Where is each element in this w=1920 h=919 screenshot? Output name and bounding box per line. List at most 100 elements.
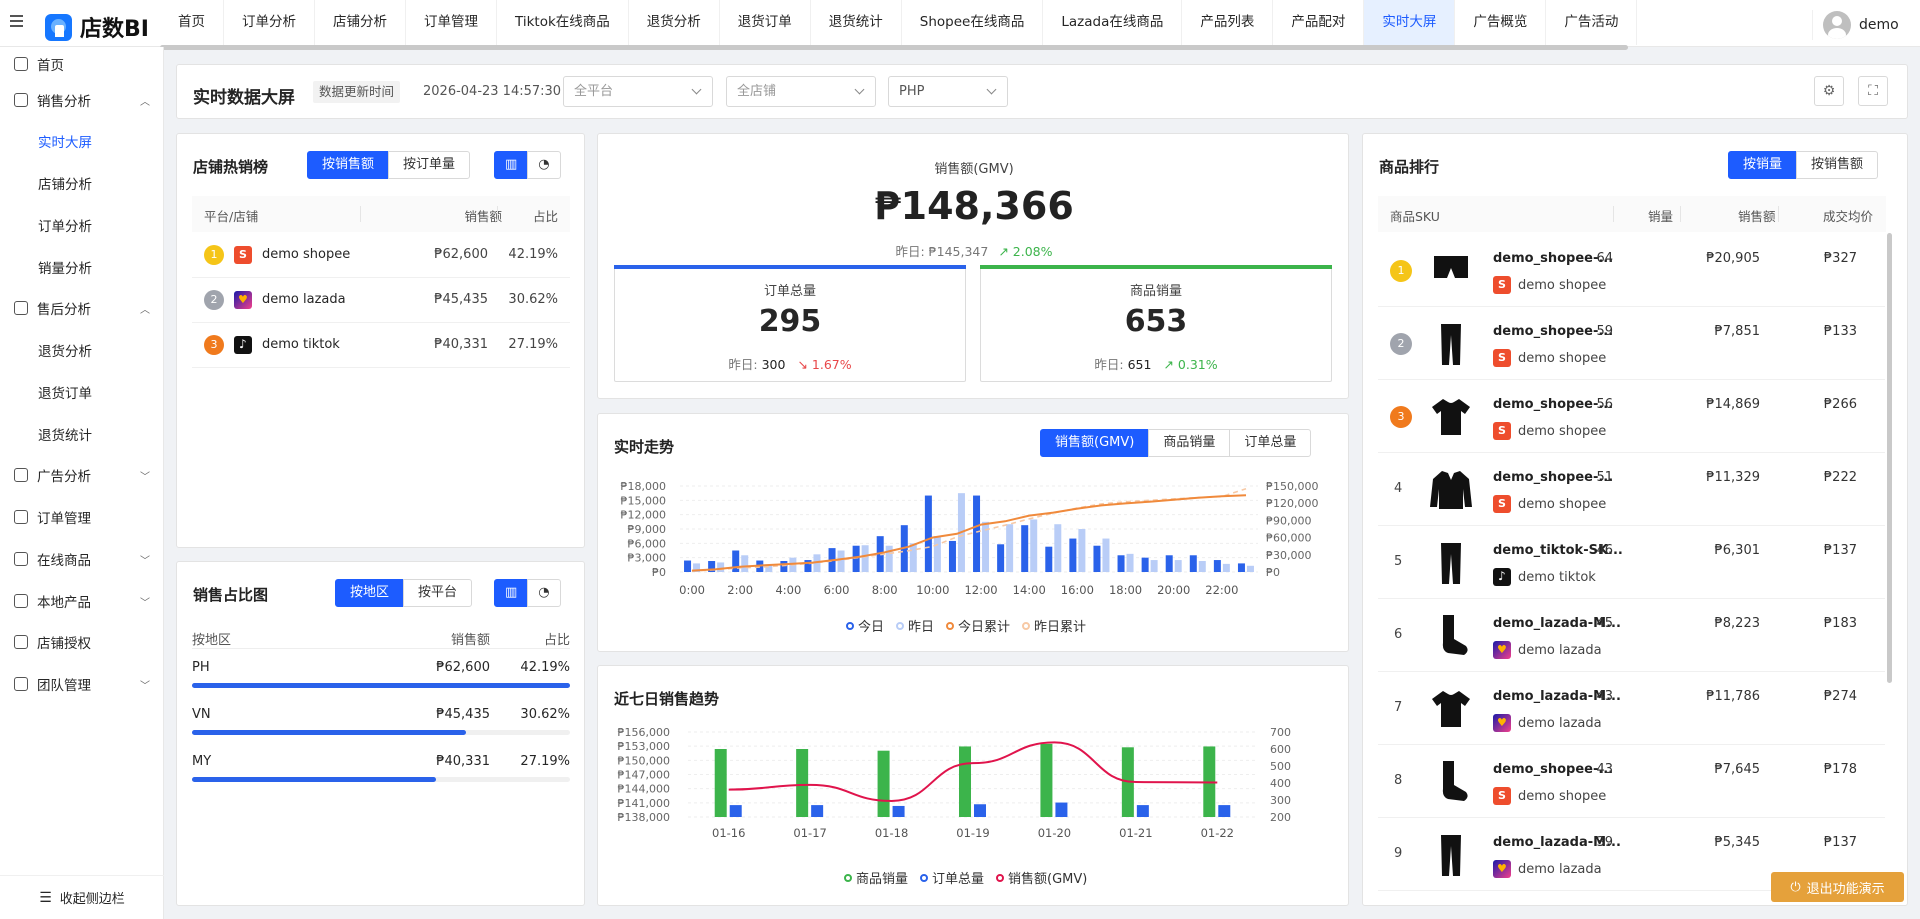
platform-select[interactable]: 全平台 xyxy=(563,76,713,107)
legend-item[interactable]: 今日 xyxy=(846,616,884,635)
bar-yesterday xyxy=(1246,565,1254,572)
bar-chart-view-button[interactable]: ▥ xyxy=(494,151,529,179)
legend-item[interactable]: 今日累计 xyxy=(946,616,1010,635)
sidebar-item-1[interactable]: 销售分析 ︿ xyxy=(0,82,164,118)
nav-item-2[interactable]: 店铺分析 xyxy=(315,0,406,45)
legend-item[interactable]: 商品销量 xyxy=(844,868,908,887)
sidebar-item-label: 退货统计 xyxy=(38,428,92,444)
exit-demo-button[interactable]: ⏻ 退出功能演示 xyxy=(1771,872,1904,902)
nav-item-5[interactable]: 退货分析 xyxy=(629,0,720,45)
by-platform-button[interactable]: 按平台 xyxy=(403,579,473,607)
fullscreen-button[interactable]: ⛶ xyxy=(1858,76,1888,106)
update-time-tag: 数据更新时间 xyxy=(313,81,401,103)
legend-item[interactable]: 销售额(GMV) xyxy=(996,868,1087,887)
by-region-button[interactable]: 按地区 xyxy=(335,579,405,607)
sidebar-item-label: 销量分析 xyxy=(38,261,92,277)
product-row[interactable]: 6demo_lazada-M...demo lazada45₱8,223₱183 xyxy=(1378,599,1885,672)
shopee-icon xyxy=(1493,349,1511,367)
sidebar-item-0[interactable]: 首页 xyxy=(0,46,164,82)
nav-item-10[interactable]: 产品列表 xyxy=(1182,0,1274,45)
sidebar-item-14[interactable]: 店铺授权 xyxy=(0,624,164,660)
bar-yesterday xyxy=(1222,563,1230,572)
sidebar-item-10[interactable]: 广告分析 ﹀ xyxy=(0,457,164,493)
legend-item[interactable]: 昨日 xyxy=(896,616,934,635)
sidebar-item-7[interactable]: 退货分析 xyxy=(0,332,164,368)
orders-compare: 昨日: 300 ↘ 1.67% xyxy=(615,354,965,373)
hot-shop-row[interactable]: 3 demo tiktok ₱40,331 27.19% xyxy=(192,323,570,368)
nav-item-11[interactable]: 产品配对 xyxy=(1273,0,1365,45)
nav-item-13[interactable]: 广告概览 xyxy=(1455,0,1547,45)
sidebar-item-3[interactable]: 店铺分析 xyxy=(0,165,164,201)
x-tick-label: 6:00 xyxy=(824,583,850,597)
sidebar-item-11[interactable]: 订单管理 xyxy=(0,499,164,535)
app-logo[interactable]: 店数BI xyxy=(45,11,149,43)
share-pie-view-button[interactable]: ◔ xyxy=(527,579,561,607)
user-menu[interactable]: demo xyxy=(1812,10,1899,40)
by-orders-button[interactable]: 按订单量 xyxy=(388,151,471,179)
sidebar-item-6[interactable]: 售后分析 ︿ xyxy=(0,290,164,326)
gmv-label: 销售额(GMV) xyxy=(934,162,1014,177)
y2-tick-label: 600 xyxy=(1270,743,1291,756)
weekly-legend: 商品销量 订单总量 销售额(GMV) xyxy=(844,868,1099,887)
sidebar-item-4[interactable]: 订单分析 xyxy=(0,207,164,243)
product-row[interactable]: 8 demo_shopee-...demo shopee 43 ₱7,645 ₱178 xyxy=(1378,745,1885,818)
metric-gmv-button[interactable]: 销售额(GMV) xyxy=(1040,429,1150,457)
product-sku: demo_shopee-... xyxy=(1493,251,1614,266)
product-row[interactable]: 7demo_lazada-M...demo lazada43₱11,786₱27… xyxy=(1378,672,1885,745)
metric-units-button[interactable]: 商品销量 xyxy=(1148,429,1231,457)
sidebar-item-13[interactable]: 本地产品 ﹀ xyxy=(0,583,164,619)
nav-item-6[interactable]: 退货订单 xyxy=(720,0,811,45)
bar-orders xyxy=(1055,802,1068,817)
pie-chart-view-button[interactable]: ◔ xyxy=(527,151,561,179)
product-row[interactable]: 3 demo_shopee-...demo shopee 56 ₱14,869 ₱266 xyxy=(1378,380,1885,453)
nav-item-8[interactable]: Shopee在线商品 xyxy=(902,0,1044,45)
sidebar-item-5[interactable]: 销量分析 xyxy=(0,249,164,285)
nav-scrollbar[interactable] xyxy=(160,45,1628,50)
legend-item[interactable]: 昨日累计 xyxy=(1022,616,1086,635)
realtime-legend: 今日 昨日 今日累计 昨日累计 xyxy=(846,616,1098,635)
nav-item-1[interactable]: 订单分析 xyxy=(224,0,315,45)
nav-item-7[interactable]: 退货统计 xyxy=(811,0,902,45)
trend-up-icon: ↗ xyxy=(1163,357,1174,372)
rank-badge: 2 xyxy=(1390,333,1412,355)
metric-orders-button[interactable]: 订单总量 xyxy=(1229,429,1312,457)
hot-shop-row[interactable]: 1 demo shopee ₱62,600 42.19% xyxy=(192,233,570,278)
product-sales: ₱7,645 xyxy=(1714,762,1761,777)
sidebar-item-8[interactable]: 退货订单 xyxy=(0,374,164,410)
product-row[interactable]: 2 demo_shopee-...demo shopee 59 ₱7,851 ₱133 xyxy=(1378,307,1885,380)
product-row[interactable]: 1 demo_shopee-...demo shopee 64 ₱20,905 ₱327 xyxy=(1378,234,1885,307)
sidebar-item-9[interactable]: 退货统计 xyxy=(0,416,164,452)
nav-item-12[interactable]: 实时大屏 xyxy=(1364,0,1456,45)
bar-yesterday xyxy=(1150,560,1158,572)
share-bar-view-button[interactable]: ▥ xyxy=(494,579,529,607)
nav-item-14[interactable]: 广告活动 xyxy=(1546,0,1638,45)
sidebar-item-15[interactable]: 团队管理 ﹀ xyxy=(0,666,164,702)
product-row[interactable]: 4 demo_shopee-...demo shopee 51 ₱11,329 ₱222 xyxy=(1378,453,1885,526)
nav-item-9[interactable]: Lazada在线商品 xyxy=(1043,0,1183,45)
bar-orders xyxy=(892,805,905,817)
bar-yesterday xyxy=(1198,561,1206,572)
col-shop: 平台/店铺 xyxy=(204,209,259,224)
product-row[interactable]: 5demo_tiktok-SK...demo tiktok46₱6,301₱13… xyxy=(1378,526,1885,599)
settings-button[interactable]: ⚙ xyxy=(1814,76,1844,106)
rank-by-qty-button[interactable]: 按销量 xyxy=(1728,151,1798,179)
rank-by-sales-button[interactable]: 按销售额 xyxy=(1796,151,1879,179)
nav-item-4[interactable]: Tiktok在线商品 xyxy=(497,0,629,45)
menu-toggle-icon[interactable] xyxy=(10,15,26,29)
y2-tick-label: 700 xyxy=(1270,726,1291,739)
by-sales-button[interactable]: 按销售额 xyxy=(307,151,390,179)
bar-yesterday xyxy=(909,543,917,572)
legend-item[interactable]: 订单总量 xyxy=(920,868,984,887)
realtime-chart: ₱0₱3,000₱6,000₱9,000₱12,000₱15,000₱18,00… xyxy=(621,480,1319,597)
region-name: MY xyxy=(192,754,212,769)
hot-shop-row[interactable]: 2 demo lazada ₱45,435 30.62% xyxy=(192,278,570,323)
shopee-icon xyxy=(1493,787,1511,805)
shop-select[interactable]: 全店铺 xyxy=(726,76,876,107)
nav-item-0[interactable]: 首页 xyxy=(160,0,224,45)
sidebar-item-12[interactable]: 在线商品 ﹀ xyxy=(0,541,164,577)
nav-item-3[interactable]: 订单管理 xyxy=(406,0,497,45)
collapse-sidebar-button[interactable]: ☰ 收起侧边栏 xyxy=(0,875,164,919)
sidebar-item-2[interactable]: 实时大屏 xyxy=(0,123,164,159)
ranking-scrollbar[interactable] xyxy=(1887,233,1892,683)
currency-select[interactable]: PHP xyxy=(888,76,1008,107)
